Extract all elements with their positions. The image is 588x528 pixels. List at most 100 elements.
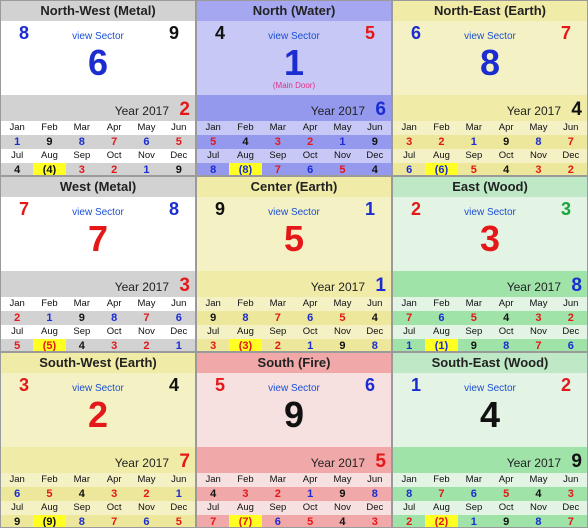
month-star-value: 9 [14, 516, 21, 528]
month-table: Jan Feb Mar Apr May Jun 6 5 4 3 2 1 Jul Aug Sep Oct Nov D… [1, 473, 195, 528]
view-sector-link[interactable]: view Sector [197, 383, 391, 394]
month-label: May [137, 474, 156, 485]
month-label: Jul [403, 150, 416, 161]
month-star-value: 1 [14, 136, 21, 148]
month-star-value: 8 [535, 136, 542, 148]
month-label: Mar [465, 474, 482, 485]
month-star-value: 5 [339, 312, 346, 324]
month-star-value: 1 [175, 340, 182, 352]
month-star-value: 1 [470, 136, 477, 148]
month-star-value: 9 [339, 488, 346, 500]
month-label: Nov [334, 326, 351, 337]
month-label: Nov [138, 150, 155, 161]
month-star-value: 4 [78, 340, 85, 352]
view-sector-link[interactable]: view Sector [1, 207, 195, 218]
month-label: Feb [433, 298, 450, 309]
month-label: Jul [403, 326, 416, 337]
month-label: Mar [73, 474, 90, 485]
month-star-value: 1 [307, 488, 314, 500]
center-star-number: 4 [479, 394, 501, 435]
month-table: Jan Feb Mar Apr May Jun 8 7 6 5 4 3 Jul Aug Sep Oct Nov D… [393, 473, 587, 528]
month-star-value: 4 [503, 312, 510, 324]
month-label: Apr [302, 122, 318, 133]
year-label: Year 2017 [310, 104, 365, 118]
flying-stars-grid: North-West (Metal) 8 9 view Sector 6 Year 201… [0, 0, 588, 528]
month-star-value: 4 [339, 516, 346, 528]
sector-title: North (Water) [197, 1, 391, 21]
month-star-value: 9 [371, 136, 378, 148]
month-label: Feb [237, 122, 254, 133]
view-sector-link[interactable]: view Sector [393, 31, 587, 42]
month-label: Jun [563, 298, 579, 309]
month-label-row: Jul Aug Sep Oct Nov Dec [1, 149, 195, 163]
month-label: Jun [171, 298, 187, 309]
month-label-row: Jan Feb Mar Apr May Jun [1, 473, 195, 487]
month-star-value: 6 [406, 164, 413, 176]
month-value-row: 7 (7) 6 5 4 3 [197, 515, 391, 528]
month-label: Jan [205, 474, 221, 485]
month-label-row: Jan Feb Mar Apr May Jun [197, 121, 391, 135]
year-label: Year 2017 [114, 104, 169, 118]
month-label: May [333, 298, 352, 309]
month-label-row: Jan Feb Mar Apr May Jun [1, 121, 195, 135]
month-star-value: 9 [175, 164, 182, 176]
month-label: Sep [269, 326, 287, 337]
month-star-value: 4 [503, 164, 510, 176]
month-label: Oct [498, 150, 514, 161]
month-label: Jul [207, 326, 220, 337]
month-star-value: 6 [438, 312, 445, 324]
month-star-value: 7 [143, 312, 150, 324]
month-table: Jan Feb Mar Apr May Jun 4 3 2 1 9 8 Jul Aug Sep Oct Nov D… [197, 473, 391, 528]
center-star-number: 2 [87, 394, 109, 435]
sector-title: South-East (Wood) [393, 353, 587, 373]
center-star-number: 5 [283, 218, 305, 259]
view-sector-link[interactable]: view Sector [1, 31, 195, 42]
month-label: Aug [237, 150, 254, 161]
month-star-value: 5 [175, 516, 182, 528]
month-value-row: 3 (3) 2 1 9 8 [197, 339, 391, 352]
month-label: Oct [302, 502, 318, 513]
month-star-value: 3 [210, 340, 217, 352]
year-label: Year 2017 [114, 456, 169, 470]
month-star-value: 7 [274, 164, 281, 176]
month-star-value: 2 [274, 340, 281, 352]
month-label: Nov [530, 502, 547, 513]
month-star-value: 5 [175, 136, 182, 148]
month-label: Apr [106, 122, 122, 133]
month-label: Dec [366, 502, 384, 513]
month-label: Aug [433, 326, 450, 337]
view-sector-link[interactable]: view Sector [393, 207, 587, 218]
month-star-value: 3 [111, 340, 118, 352]
month-label: Nov [334, 150, 351, 161]
month-star-value: 8 [371, 340, 378, 352]
month-label: Mar [269, 474, 286, 485]
month-label: Dec [170, 326, 188, 337]
year-bar: Year 2017 2 [1, 95, 195, 121]
month-star-value: 9 [503, 516, 510, 528]
month-star-value: 3 [406, 136, 413, 148]
month-star-value: 1 [307, 340, 314, 352]
month-value-row: 9 8 7 6 5 4 [197, 311, 391, 325]
month-label: Aug [41, 326, 58, 337]
month-label: Aug [237, 502, 254, 513]
month-label-row: Jul Aug Sep Oct Nov Dec [1, 325, 195, 339]
month-star-value: 6 [14, 488, 21, 500]
month-star-value: 3 [535, 312, 542, 324]
month-label: Jun [171, 474, 187, 485]
month-star-value: 1 [406, 340, 413, 352]
view-sector-link[interactable]: view Sector [1, 383, 195, 394]
month-star-value: 7 [438, 488, 445, 500]
view-sector-link[interactable]: view Sector [197, 207, 391, 218]
month-star-value: 5 [470, 312, 477, 324]
month-star-value: 1 [143, 164, 150, 176]
month-star-value: 6 [143, 136, 150, 148]
month-value-row: 5 4 3 2 1 9 [197, 135, 391, 149]
month-star-value: 2 [274, 488, 281, 500]
month-label-row: Jan Feb Mar Apr May Jun [393, 121, 587, 135]
view-sector-link[interactable]: view Sector [197, 31, 391, 42]
month-star-value: 3 [78, 164, 85, 176]
month-label: Feb [237, 298, 254, 309]
view-sector-link[interactable]: view Sector [393, 383, 587, 394]
month-star-value: 4 [371, 312, 378, 324]
month-label-row: Jul Aug Sep Oct Nov Dec [393, 325, 587, 339]
